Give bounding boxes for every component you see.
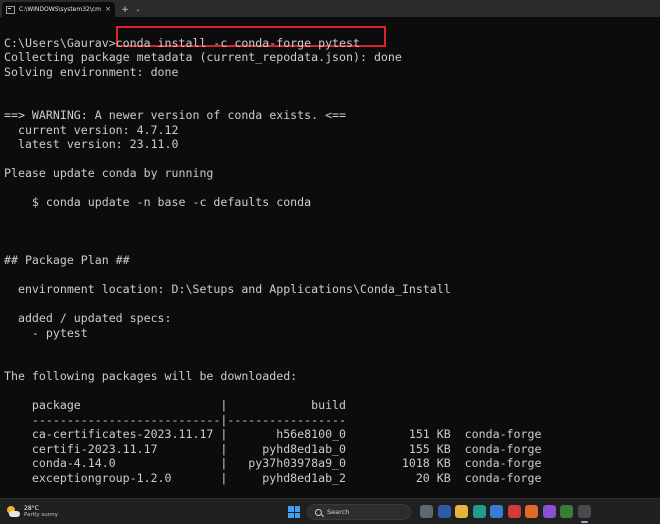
firefox-icon[interactable] — [542, 505, 556, 518]
console-line: - pytest — [4, 325, 88, 340]
tab-cmd[interactable]: C:\WINDOWS\system32\cmd. × — [2, 2, 115, 17]
weather-widget[interactable]: 28°C Partly sunny — [6, 502, 58, 522]
console-line: conda-4.14.0 | py37h03978a9_0 1018 KB co… — [4, 456, 542, 470]
console-line: added / updated specs: — [4, 311, 172, 325]
terminal-icon — [6, 5, 15, 14]
console-line: Collecting package metadata (current_rep… — [4, 50, 402, 64]
file-explorer-icon[interactable] — [455, 505, 468, 518]
firefox-icon[interactable] — [525, 505, 538, 518]
console-line: ==> WARNING: A newer version of conda ex… — [4, 108, 347, 122]
console-line: exceptiongroup-1.2.0 | pyhd8ed1ab_2 20 K… — [4, 470, 542, 485]
console-output[interactable]: C:\Users\Gaurav>conda install -c conda-f… — [0, 17, 660, 498]
window-titlebar: C:\WINDOWS\system32\cmd. × + ⌄ — [0, 0, 660, 17]
app-icon[interactable] — [507, 505, 521, 518]
task-view-icon[interactable] — [420, 505, 433, 518]
console-line: environment location: D:\Setups and Appl… — [4, 282, 451, 296]
app-icon[interactable] — [437, 505, 451, 518]
console-line: ## Package Plan ## — [4, 253, 130, 267]
close-icon[interactable]: × — [105, 6, 111, 13]
start-button[interactable] — [288, 506, 300, 518]
store-icon[interactable] — [490, 505, 503, 518]
search-icon — [315, 508, 322, 516]
console-line: The following packages will be downloade… — [4, 369, 298, 383]
console-line: latest version: 23.11.0 — [4, 137, 179, 151]
console-line: package | build — [4, 398, 347, 412]
chevron-down-icon[interactable]: ⌄ — [132, 2, 144, 17]
taskbar: 28°C Partly sunny Search — [0, 498, 660, 524]
search-placeholder: Search — [327, 508, 350, 516]
console-line: Please update conda by running — [4, 166, 214, 180]
weather-description: Partly sunny — [24, 512, 58, 518]
console-line: C:\Users\Gaurav>conda install -c conda-f… — [4, 35, 360, 50]
console-line: Solving environment: done — [4, 64, 179, 79]
console-line: $ conda update -n base -c defaults conda — [4, 195, 312, 209]
console-line: certifi-2023.11.17 | pyhd8ed1ab_0 155 KB… — [4, 441, 542, 456]
new-tab-button[interactable]: + — [119, 2, 131, 17]
tab-title: C:\WINDOWS\system32\cmd. — [19, 6, 102, 13]
console-line: ca-certificates-2023.11.17 | h56e8100_0 … — [4, 427, 542, 441]
search-box[interactable]: Search — [307, 504, 411, 520]
console-line: current version: 4.7.12 — [4, 122, 179, 137]
console-line: ---------------------------|------------… — [4, 412, 347, 427]
partly-sunny-icon — [6, 506, 20, 518]
edge-icon[interactable] — [472, 505, 486, 518]
weather-temperature: 28°C — [24, 505, 39, 512]
app-icon[interactable] — [560, 505, 573, 518]
terminal-icon[interactable] — [577, 505, 591, 523]
